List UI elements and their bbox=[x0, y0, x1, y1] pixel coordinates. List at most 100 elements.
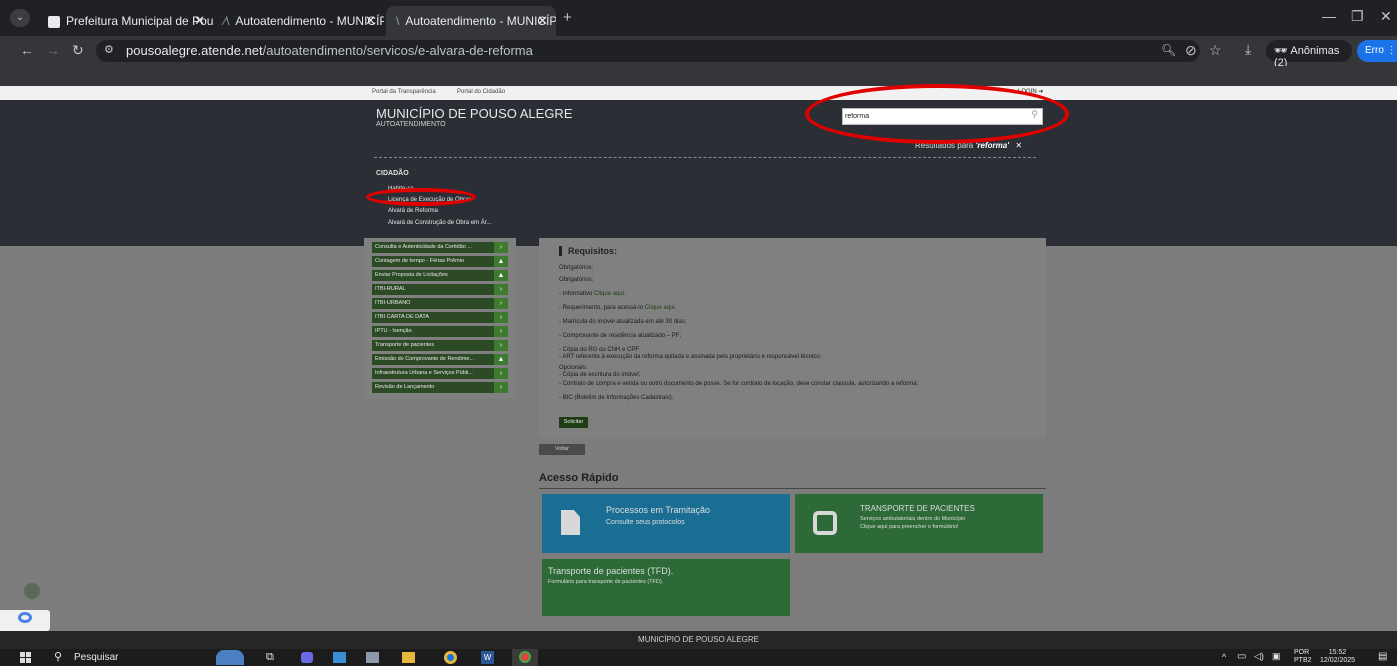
sidebar-item-label: Revisão de Lançamento bbox=[375, 384, 435, 390]
tile-transporte-pacientes[interactable]: TRANSPORTE DE PACIENTES Serviços ambulat… bbox=[795, 494, 1043, 553]
sidebar-item[interactable]: IPTU - Isenção › bbox=[372, 326, 508, 337]
network-icon[interactable]: ▭ bbox=[1237, 651, 1246, 662]
sidebar-item[interactable]: Consulta e Autenticidade da Certidão ...… bbox=[372, 242, 508, 253]
task-view-icon[interactable]: ⧉ bbox=[266, 651, 274, 664]
site-title[interactable]: MUNICÍPIO DE POUSO ALEGRE bbox=[376, 106, 573, 121]
portal-cidadao-link[interactable]: Portal do Cidadão bbox=[457, 89, 505, 95]
sidebar-item[interactable]: ITBI-URBANO › bbox=[372, 298, 508, 309]
recaptcha-badge-icon[interactable] bbox=[0, 610, 50, 631]
result-item-alvara-reforma[interactable]: Alvará de Reforma bbox=[388, 208, 438, 214]
optional-label: Opcionais: bbox=[559, 365, 588, 371]
url-input[interactable]: ⚙ pousoalegre.atende.net/autoatendimento… bbox=[96, 40, 1200, 62]
informativo-link[interactable]: Clique aqui. bbox=[594, 291, 626, 297]
battery-icon[interactable]: ▣ bbox=[1272, 651, 1281, 662]
sidebar-item[interactable]: ITBI-RURAL › bbox=[372, 284, 508, 295]
voltar-button[interactable]: Voltar bbox=[539, 444, 585, 455]
tab-favicon-icon bbox=[48, 15, 60, 28]
close-icon[interactable]: ✕ bbox=[365, 13, 376, 29]
tray-chevron-icon[interactable]: ^ bbox=[1222, 652, 1226, 662]
req-requerimento: - Requerimento, para acessá-lo Clique aq… bbox=[559, 305, 676, 311]
req-matricula: - Matrícula do imóvel atualizada em até … bbox=[559, 319, 687, 325]
back-icon[interactable]: ← bbox=[20, 42, 34, 58]
tab-autoatendimento-2[interactable]: \ Autoatendimento - MUNICÍPIO ✕ bbox=[386, 6, 556, 36]
sidebar-item[interactable]: ITBI CARTA DE DATA › bbox=[372, 312, 508, 323]
tab-prefeitura[interactable]: Prefeitura Municipal de Pouso / ✕ bbox=[38, 6, 213, 36]
file-explorer-icon[interactable] bbox=[402, 652, 415, 663]
word-icon[interactable]: W bbox=[481, 651, 494, 664]
tab-autoatendimento-1[interactable]: ∕\ Autoatendimento - MUNICÍPIO ✕ bbox=[214, 6, 384, 36]
tile-processos[interactable]: Processos em Tramitação Consulte seus pr… bbox=[542, 494, 790, 553]
lock-icon: ▲ bbox=[494, 354, 508, 365]
chevron-right-icon: › bbox=[494, 312, 508, 323]
lock-icon: ▲ bbox=[494, 270, 508, 281]
sidebar-item[interactable]: Contagem de tempo - Férias Prêmio ▲ bbox=[372, 256, 508, 267]
services-sidebar: Consulta e Autenticidade da Certidão ...… bbox=[364, 238, 516, 398]
tab-favicon-icon: \ bbox=[396, 14, 400, 28]
error-button[interactable]: Erro ⋮ bbox=[1357, 40, 1397, 62]
site-info-icon[interactable]: ⚙ bbox=[104, 43, 114, 56]
app-icon-2[interactable] bbox=[366, 652, 379, 663]
sidebar-item-label: ITBI-RURAL bbox=[375, 286, 406, 292]
taskbar-search-icon[interactable]: ⚲ bbox=[54, 650, 62, 663]
results-term: 'reforma' bbox=[975, 141, 1010, 150]
sidebar-item-label: IPTU - Isenção bbox=[375, 328, 412, 334]
top-links-strip: Portal da Transparência Portal do Cidadã… bbox=[0, 86, 1397, 100]
close-icon[interactable]: ✕ bbox=[537, 13, 548, 29]
sidebar-item[interactable]: Revisão de Lançamento › bbox=[372, 382, 508, 393]
copilot-icon[interactable] bbox=[301, 652, 313, 663]
weather-icon[interactable] bbox=[216, 650, 244, 665]
requirements-heading-text: Requisitos: bbox=[568, 246, 618, 256]
chrome-active-icon[interactable] bbox=[512, 649, 538, 666]
close-window-icon[interactable]: ✕ bbox=[1380, 8, 1392, 25]
solicitar-button[interactable]: Solicitar bbox=[559, 417, 588, 428]
eye-off-icon[interactable]: ⊘ bbox=[1185, 42, 1197, 59]
sidebar-item-label: Contagem de tempo - Férias Prêmio bbox=[375, 258, 464, 264]
sidebar-item[interactable]: Emissão do Comprovante de Rendime... ▲ bbox=[372, 354, 508, 365]
chrome-icon[interactable] bbox=[444, 651, 457, 664]
tab-search-icon[interactable]: ⌄ bbox=[10, 9, 30, 27]
restore-icon[interactable]: ❐ bbox=[1351, 8, 1364, 25]
close-icon[interactable]: ✕ bbox=[194, 13, 205, 29]
results-divider bbox=[374, 157, 1036, 158]
clock-time: 15:52 bbox=[1328, 649, 1347, 656]
sidebar-item[interactable]: Infraestrutura Urbana e Serviços Públi..… bbox=[372, 368, 508, 379]
tile-title: Transporte de pacientes (TFD). bbox=[548, 566, 674, 576]
bookmarks-bar bbox=[0, 66, 1397, 86]
incognito-badge[interactable]: 🕶︎ Anônimas (2) bbox=[1266, 40, 1352, 69]
sidebar-item-label: Emissão do Comprovante de Rendime... bbox=[375, 356, 475, 362]
language-indicator[interactable]: POR PTB2 bbox=[1294, 649, 1312, 665]
download-icon[interactable]: ⤓ bbox=[1245, 41, 1251, 58]
lang-primary: POR bbox=[1294, 649, 1310, 656]
sidebar-item[interactable]: Enviar Proposta de Licitações ▲ bbox=[372, 270, 508, 281]
result-item-alvara-construcao[interactable]: Alvará de Construção de Obra em Ár... bbox=[388, 220, 491, 226]
lock-icon: ▲ bbox=[494, 256, 508, 267]
reload-icon[interactable]: ↻ bbox=[72, 42, 84, 59]
req-escritura: - Cópia de escritura do imóvel; bbox=[559, 372, 641, 378]
portal-transparencia-link[interactable]: Portal da Transparência bbox=[372, 89, 436, 95]
chevron-right-icon: › bbox=[494, 382, 508, 393]
windows-start-icon[interactable] bbox=[20, 652, 31, 663]
sidebar-item[interactable]: Transporte de pacientes › bbox=[372, 340, 508, 351]
star-icon[interactable]: ☆ bbox=[1209, 42, 1222, 59]
volume-icon[interactable]: ◁) bbox=[1254, 651, 1264, 662]
bus-icon bbox=[813, 511, 837, 535]
site-footer: MUNICÍPIO DE POUSO ALEGRE bbox=[0, 631, 1397, 649]
clock[interactable]: 15:52 12/02/2025 bbox=[1320, 649, 1355, 665]
new-tab-icon[interactable]: + bbox=[563, 9, 572, 26]
zoom-icon[interactable]: 🔍︎ bbox=[1161, 43, 1176, 57]
minimize-icon[interactable]: — bbox=[1322, 8, 1336, 24]
tab-title: Autoatendimento - MUNICÍPIO bbox=[405, 14, 556, 28]
tab-title: Autoatendimento - MUNICÍPIO bbox=[235, 14, 384, 28]
forward-icon[interactable]: → bbox=[46, 42, 60, 58]
notification-icon[interactable]: ▤ bbox=[1378, 651, 1387, 662]
close-results-icon[interactable]: ✕ bbox=[1015, 141, 1022, 150]
solicitar-label: Solicitar bbox=[563, 419, 584, 425]
results-category: CIDADÃO bbox=[376, 170, 409, 177]
taskbar-search-label[interactable]: Pesquisar bbox=[74, 652, 118, 663]
app-icon-1[interactable] bbox=[333, 652, 346, 663]
cookie-icon[interactable] bbox=[24, 583, 40, 599]
chevron-right-icon: › bbox=[494, 368, 508, 379]
tile-transporte-tfd[interactable]: Transporte de pacientes (TFD). Formulári… bbox=[542, 559, 790, 616]
requerimento-link[interactable]: Clique aqui. bbox=[645, 305, 677, 311]
chevron-right-icon: › bbox=[494, 284, 508, 295]
